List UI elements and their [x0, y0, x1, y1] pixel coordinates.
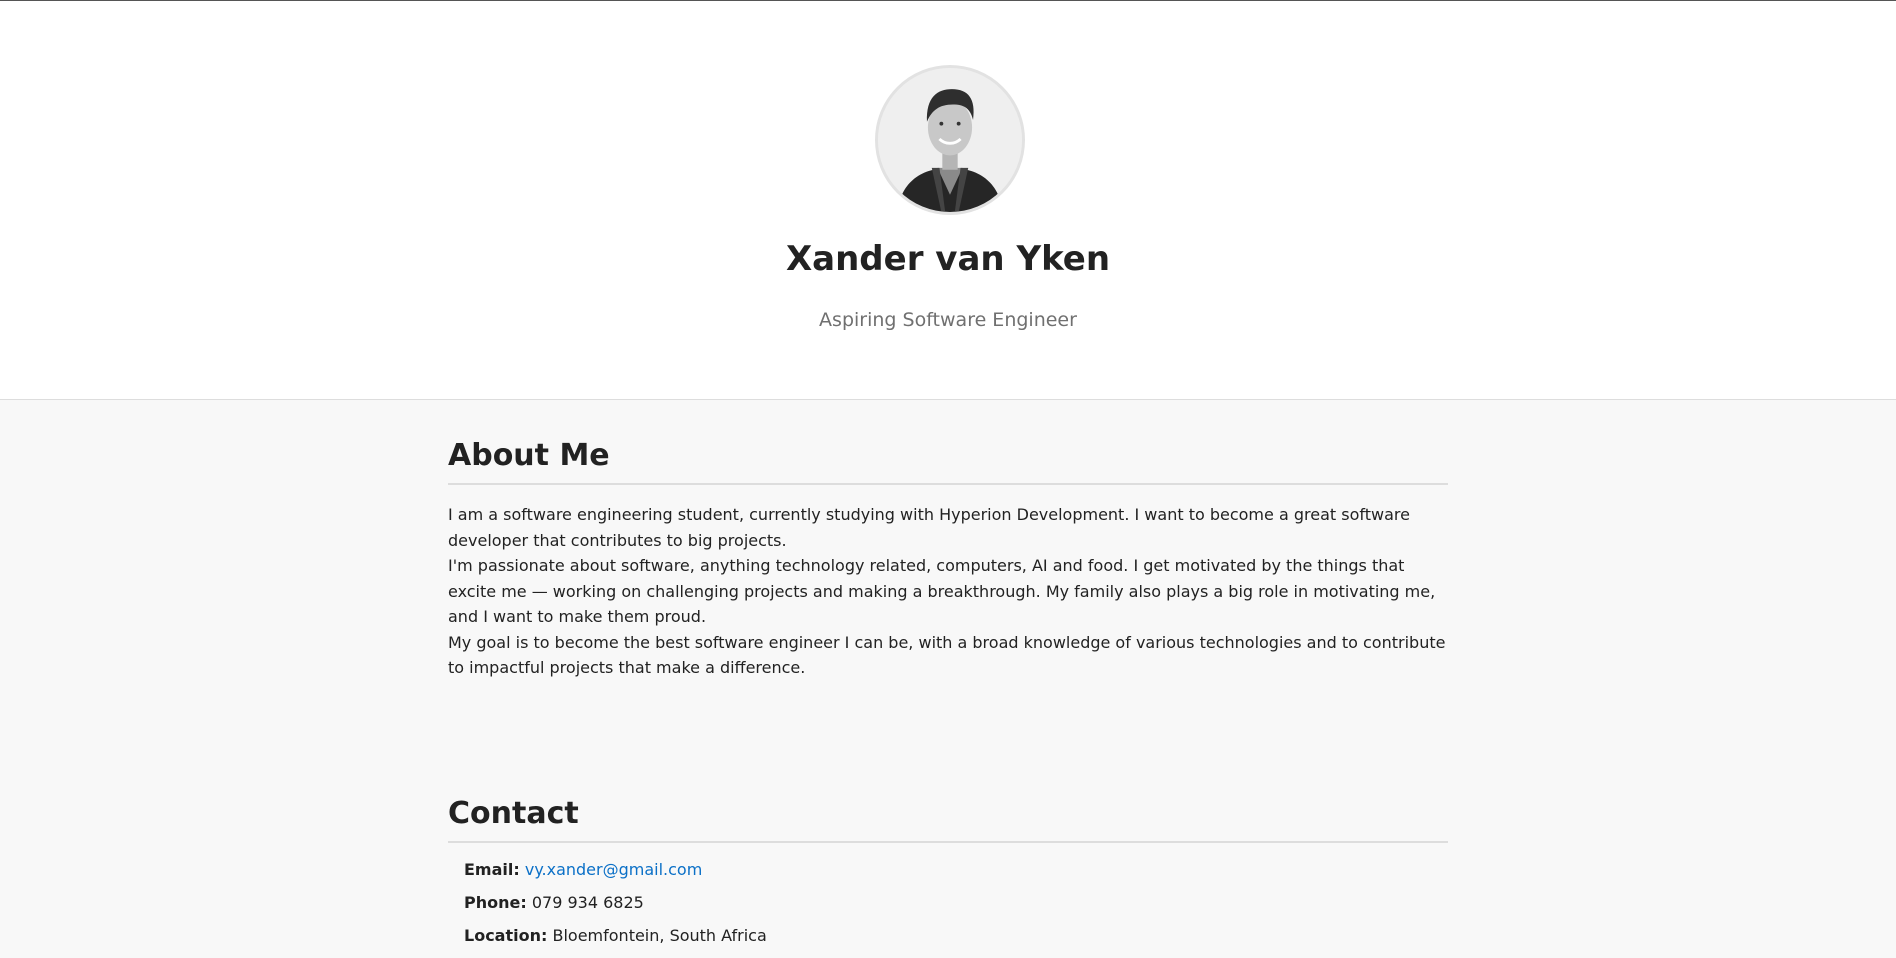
profile-header: Xander van Yken Aspiring Software Engine… [0, 1, 1896, 400]
profile-subtitle: Aspiring Software Engineer [819, 309, 1077, 331]
main-content: About Me I am a software engineering stu… [448, 400, 1448, 958]
about-paragraph: My goal is to become the best software e… [448, 632, 1446, 678]
phone-value: 079 934 6825 [531, 892, 644, 912]
contact-item-email: Email: vy.xander@gmail.com [464, 859, 1448, 892]
profile-name: Xander van Yken [785, 239, 1111, 279]
email-label: Email: [464, 859, 520, 879]
avatar [875, 65, 1025, 215]
location-value: Bloemfontein, South Africa [552, 925, 767, 945]
profile-photo-icon [878, 68, 1022, 212]
contact-item-location: Location: Bloemfontein, South Africa [464, 925, 1448, 958]
phone-label: Phone: [464, 892, 527, 912]
location-label: Location: [464, 925, 548, 945]
about-paragraph: I'm passionate about software, anything … [448, 556, 1436, 626]
about-heading: About Me [448, 438, 1448, 485]
contact-section: Contact Email: vy.xander@gmail.com Phone… [448, 796, 1448, 958]
contact-item-phone: Phone: 079 934 6825 [464, 892, 1448, 925]
email-link[interactable]: vy.xander@gmail.com [525, 860, 702, 879]
about-section: About Me I am a software engineering stu… [448, 438, 1448, 681]
about-body: I am a software engineering student, cur… [448, 502, 1448, 681]
contact-heading: Contact [448, 796, 1448, 843]
contact-list: Email: vy.xander@gmail.com Phone: 079 93… [448, 859, 1448, 958]
about-paragraph: I am a software engineering student, cur… [448, 505, 1410, 550]
